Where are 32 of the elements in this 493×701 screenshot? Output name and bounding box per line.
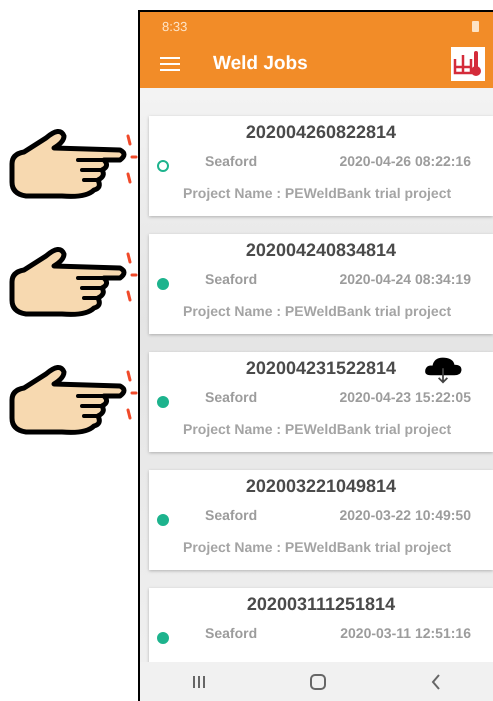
job-datetime: 2020-04-24 08:34:19 bbox=[339, 271, 471, 287]
job-datetime: 2020-03-22 10:49:50 bbox=[339, 507, 471, 523]
job-card[interactable]: 202004231522814 Seaford 2020-04-23 15:22:05 Project Name : PEWeldBank trial project bbox=[149, 352, 493, 452]
project-name: Project Name : PEWeldBank trial project bbox=[183, 539, 452, 555]
project-name: Project Name : PEWeldBank trial project bbox=[183, 185, 452, 201]
recent-apps-icon[interactable] bbox=[192, 674, 206, 688]
job-card[interactable]: 202003221049814 Seaford 2020-03-22 10:49:50 Project Name : PEWeldBank trial project bbox=[149, 470, 493, 570]
project-name: Project Name : PEWeldBank trial project bbox=[183, 421, 452, 437]
job-number: 202004260822814 bbox=[246, 122, 396, 143]
cloud-download-icon[interactable] bbox=[423, 356, 463, 384]
job-card[interactable]: 202003111251814 Seaford 2020-03-11 12:51:16 bbox=[149, 588, 493, 662]
job-number: 202003221049814 bbox=[246, 476, 396, 497]
weld-thermometer-icon[interactable] bbox=[451, 47, 485, 81]
job-location: Seaford bbox=[205, 153, 258, 169]
job-number: 202004231522814 bbox=[246, 358, 396, 379]
status-time: 8:33 bbox=[162, 18, 188, 34]
job-location: Seaford bbox=[205, 389, 258, 405]
job-card[interactable]: 202004240834814 Seaford 2020-04-24 08:34:19 Project Name : PEWeldBank trial project bbox=[149, 234, 493, 334]
job-card[interactable]: 202004260822814 Seaford 2020-04-26 08:22:16 Project Name : PEWeldBank trial project bbox=[149, 116, 493, 216]
battery-icon bbox=[472, 20, 479, 32]
home-icon[interactable] bbox=[310, 674, 326, 690]
back-icon[interactable] bbox=[430, 674, 441, 690]
job-datetime: 2020-04-26 08:22:16 bbox=[339, 153, 471, 169]
job-datetime: 2020-04-23 15:22:05 bbox=[339, 389, 471, 405]
project-name: Project Name : PEWeldBank trial project bbox=[183, 303, 452, 319]
job-datetime: 2020-03-11 12:51:16 bbox=[340, 625, 471, 641]
job-location: Seaford bbox=[205, 625, 258, 641]
job-location: Seaford bbox=[205, 507, 258, 523]
app-title: Weld Jobs bbox=[213, 53, 309, 75]
job-number: 202004240834814 bbox=[246, 240, 396, 261]
job-number: 202003111251814 bbox=[246, 594, 396, 615]
job-location: Seaford bbox=[205, 271, 258, 287]
